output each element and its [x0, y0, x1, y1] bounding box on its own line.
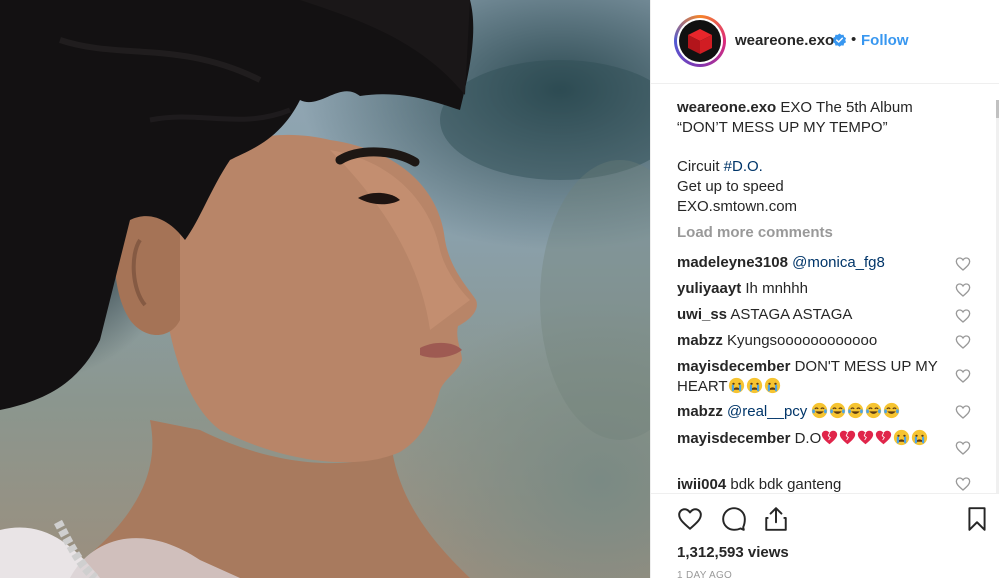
- comment-username[interactable]: mabzz: [677, 332, 723, 349]
- verified-badge-icon: [832, 33, 847, 47]
- share-upload-icon[interactable]: [763, 506, 789, 532]
- avatar-image: [679, 20, 721, 62]
- crying-face-emoji-icon: [746, 377, 762, 393]
- comment-like-heart-icon[interactable]: [955, 334, 971, 350]
- view-count: 1,312,593 views: [677, 544, 789, 561]
- comment-username[interactable]: madeleyne3108: [677, 254, 788, 271]
- comment-username[interactable]: yuliyaayt: [677, 280, 741, 297]
- comment-like-heart-icon[interactable]: [955, 404, 971, 420]
- comment-like-heart-icon[interactable]: [955, 256, 971, 272]
- post-actions: 1,312,593 views 1 DAY AGO: [651, 493, 999, 578]
- caption-line-1: EXO The 5th Album: [780, 99, 913, 116]
- comment-like-heart-icon[interactable]: [955, 368, 971, 384]
- like-heart-icon[interactable]: [677, 506, 703, 532]
- crying-face-emoji-icon: [728, 377, 744, 393]
- comment-mention[interactable]: @monica_fg8: [792, 254, 885, 271]
- comment-text: ASTAGA ASTAGA: [730, 306, 853, 323]
- comment-username[interactable]: mayisdecember: [677, 358, 790, 375]
- tears-of-joy-emoji-icon: [848, 402, 864, 419]
- comment-item: uwi_ss ASTAGA ASTAGA: [677, 305, 947, 325]
- comment-item: mayisdecember DON'T MESS UP MY HEART: [677, 357, 939, 396]
- post-photo[interactable]: [0, 0, 650, 578]
- broken-heart-emoji-icon: [840, 430, 856, 445]
- comment-like-heart-icon[interactable]: [955, 440, 971, 456]
- post-timestamp[interactable]: 1 DAY AGO: [677, 570, 732, 578]
- comment-text: Kyungsoooooooooooo: [727, 332, 878, 349]
- tears-of-joy-emoji-icon: [830, 402, 846, 419]
- bookmark-save-icon[interactable]: [964, 506, 990, 532]
- follow-button[interactable]: Follow: [861, 32, 909, 49]
- comment-username[interactable]: iwii004: [677, 476, 726, 493]
- header-username[interactable]: weareone.exo: [735, 32, 834, 49]
- comment-item: mayisdecember D.O: [677, 429, 939, 449]
- load-more-comments-button[interactable]: Load more comments: [677, 224, 833, 241]
- comment-text: Ih mnhhh: [745, 280, 808, 297]
- heart-emoji-group: [821, 429, 929, 447]
- comment-text: D.O: [794, 430, 822, 447]
- comment-item: mabzz @real__pcy: [677, 402, 947, 422]
- broken-heart-emoji-icon: [858, 430, 874, 445]
- comment-item: madeleyne3108 @monica_fg8: [677, 253, 947, 273]
- broken-heart-emoji-icon: [876, 430, 892, 445]
- tears-of-joy-emoji-icon: [866, 402, 882, 419]
- crying-face-emoji-icon: [764, 377, 780, 393]
- caption-line-3: Circuit: [677, 158, 724, 176]
- post-caption: weareone.exo EXO The 5th Album “DON’T ME…: [677, 98, 977, 216]
- crying-face-emoji-icon: [912, 429, 928, 446]
- portrait-image: [0, 0, 650, 578]
- caption-username[interactable]: weareone.exo: [677, 99, 776, 116]
- comment-like-heart-icon[interactable]: [955, 308, 971, 324]
- comment-like-heart-icon[interactable]: [955, 282, 971, 298]
- header-separator: •: [851, 31, 857, 48]
- laughing-emoji-group: [811, 402, 901, 420]
- crying-emoji-group: [728, 377, 782, 395]
- red-cube-logo-icon: [688, 29, 712, 54]
- avatar[interactable]: [674, 15, 726, 67]
- caption-line-4: Get up to speed: [677, 177, 784, 195]
- caption-line-5: EXO.smtown.com: [677, 197, 798, 215]
- broken-heart-emoji-icon: [822, 430, 838, 445]
- comment-item: iwii004 bdk bdk ganteng: [677, 475, 947, 493]
- comment-text: bdk bdk ganteng: [730, 476, 842, 493]
- comment-like-heart-icon[interactable]: [955, 476, 971, 492]
- crying-face-emoji-icon: [894, 429, 910, 446]
- comment-item: mabzz Kyungsoooooooooooo: [677, 331, 947, 351]
- tears-of-joy-emoji-icon: [884, 402, 900, 419]
- comment-username[interactable]: uwi_ss: [677, 306, 727, 323]
- post-header: weareone.exo • Follow: [651, 0, 999, 84]
- caption-line-2: “DON’T MESS UP MY TEMPO”: [677, 118, 888, 136]
- post-details-panel: weareone.exo • Follow weareone.exo EXO T…: [650, 0, 999, 578]
- comment-username[interactable]: mayisdecember: [677, 430, 790, 447]
- comments-list[interactable]: weareone.exo EXO The 5th Album “DON’T ME…: [651, 85, 999, 493]
- avatar-inner: [677, 18, 723, 64]
- hashtag-link[interactable]: #D.O.: [724, 158, 763, 175]
- comment-item: yuliyaayt Ih mnhhh: [677, 279, 947, 299]
- comment-username[interactable]: mabzz: [677, 403, 723, 420]
- comment-bubble-icon[interactable]: [721, 506, 747, 532]
- comment-mention[interactable]: @real__pcy: [727, 403, 807, 420]
- tears-of-joy-emoji-icon: [812, 402, 828, 419]
